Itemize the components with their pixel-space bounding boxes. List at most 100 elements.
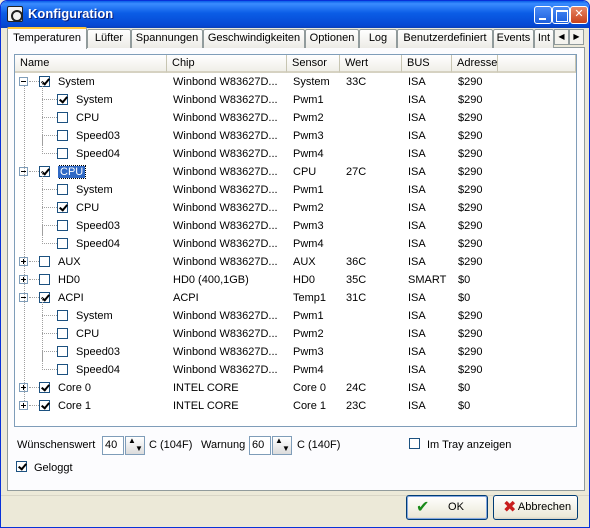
cell-chip: Winbond W83627D... (173, 220, 278, 232)
row-checkbox[interactable] (39, 292, 50, 303)
cell-wert: 36C (346, 256, 367, 268)
expand-icon[interactable] (19, 401, 28, 410)
cell-bus: ISA (408, 310, 426, 322)
cell-bus: ISA (408, 256, 426, 268)
warnung-input[interactable]: 60 (249, 436, 271, 455)
maximize-button[interactable] (552, 6, 570, 24)
row-checkbox[interactable] (39, 76, 50, 87)
table-row[interactable]: CPU Winbond W83627D... Pwm2 ISA $290 (15, 100, 576, 127)
cell-adresse: $290 (458, 94, 483, 106)
geloggt-checkbox[interactable] (16, 461, 27, 472)
cell-name: Core 1 (58, 400, 92, 412)
column-header-chip[interactable]: Chip (167, 55, 287, 73)
cell-bus: ISA (408, 292, 426, 304)
table-row[interactable]: Core 1 INTEL CORE Core 1 23C ISA $0 (15, 397, 576, 415)
tab-1[interactable]: Lüfter (87, 29, 131, 48)
tab-2[interactable]: Spannungen (131, 29, 203, 48)
table-row[interactable]: CPU Winbond W83627D... CPU 27C ISA $290 (15, 163, 576, 181)
minimize-button[interactable] (534, 6, 552, 24)
cell-name: CPU (76, 328, 100, 340)
table-row[interactable]: HD0 HD0 (400,1GB) HD0 35C SMART $0 (15, 271, 576, 289)
table-row[interactable]: ACPI ACPI Temp1 31C ISA $0 (15, 289, 576, 307)
table-row[interactable]: CPU Winbond W83627D... Pwm2 ISA $290 (15, 316, 576, 343)
table-row[interactable]: Speed04 Winbond W83627D... Pwm4 ISA $290 (15, 226, 576, 253)
cell-chip: Winbond W83627D... (173, 76, 278, 88)
table-row[interactable]: System Winbond W83627D... Pwm1 ISA $290 (15, 82, 576, 109)
tab-6[interactable]: Benutzerdefiniert (397, 29, 493, 48)
wunsch-input[interactable]: 40 (102, 436, 124, 455)
row-checkbox[interactable] (57, 202, 68, 213)
cell-adresse: $290 (458, 148, 483, 160)
table-row[interactable]: Core 0 INTEL CORE Core 0 24C ISA $0 (15, 379, 576, 397)
collapse-icon[interactable] (19, 77, 28, 86)
close-button[interactable]: ✕ (570, 6, 588, 24)
tree-line (42, 153, 57, 154)
cell-sensor: Core 1 (293, 400, 327, 412)
row-checkbox[interactable] (57, 328, 68, 339)
table-row[interactable]: System Winbond W83627D... Pwm1 ISA $290 (15, 298, 576, 325)
cell-name: HD0 (58, 274, 81, 286)
cell-sensor: HD0 (293, 274, 316, 286)
row-checkbox[interactable] (57, 184, 68, 195)
wunsch-spinner[interactable] (125, 436, 145, 455)
row-checkbox[interactable] (39, 166, 50, 177)
table-row[interactable]: CPU Winbond W83627D... Pwm2 ISA $290 (15, 190, 576, 217)
row-checkbox[interactable] (57, 112, 68, 123)
cell-chip: Winbond W83627D... (173, 346, 278, 358)
tab-7[interactable]: Events (493, 29, 534, 48)
column-header-name[interactable]: Name (15, 55, 167, 73)
table-row[interactable]: Speed04 Winbond W83627D... Pwm4 ISA $290 (15, 352, 576, 379)
cell-sensor: Core 0 (293, 382, 327, 394)
tree-line (29, 279, 39, 280)
row-checkbox[interactable] (57, 148, 68, 159)
row-checkbox[interactable] (57, 346, 68, 357)
cell-chip: Winbond W83627D... (173, 328, 278, 340)
cell-bus: ISA (408, 76, 426, 88)
row-checkbox[interactable] (57, 364, 68, 375)
column-header-wert[interactable]: Wert (340, 55, 402, 73)
tab-scroll-left-button[interactable]: ◀ (554, 29, 569, 45)
table-row[interactable]: Speed04 Winbond W83627D... Pwm4 ISA $290 (15, 136, 576, 163)
row-checkbox[interactable] (57, 130, 68, 141)
cell-adresse: $290 (458, 364, 483, 376)
row-checkbox[interactable] (39, 256, 50, 267)
title-bar[interactable]: Konfiguration ✕ (1, 1, 589, 28)
table-row[interactable]: AUX Winbond W83627D... AUX 36C ISA $290 (15, 253, 576, 271)
row-checkbox[interactable] (57, 220, 68, 231)
table-row[interactable]: Speed03 Winbond W83627D... Pwm3 ISA $290 (15, 118, 576, 145)
ok-button[interactable]: ✔ OK (406, 495, 488, 520)
table-row[interactable]: System Winbond W83627D... System 33C ISA $290 (15, 73, 576, 91)
tree-line (29, 297, 39, 298)
tab-4[interactable]: Optionen (305, 29, 359, 48)
cancel-button[interactable]: ✖ Abbrechen (493, 495, 578, 520)
row-checkbox[interactable] (39, 382, 50, 393)
window-title: Konfiguration (28, 6, 114, 21)
warnung-spinner[interactable] (272, 436, 292, 455)
table-row[interactable]: System Winbond W83627D... Pwm1 ISA $290 (15, 172, 576, 199)
tab-0[interactable]: Temperaturen (7, 27, 87, 49)
row-checkbox[interactable] (57, 238, 68, 249)
row-checkbox[interactable] (57, 94, 68, 105)
cell-bus: ISA (408, 364, 426, 376)
tab-5[interactable]: Log (359, 29, 397, 48)
row-checkbox[interactable] (39, 274, 50, 285)
table-row[interactable]: Speed03 Winbond W83627D... Pwm3 ISA $290 (15, 334, 576, 361)
column-header-bus[interactable]: BUS (402, 55, 452, 73)
tree-line (42, 243, 57, 244)
tree-line (42, 315, 57, 316)
sensor-list[interactable]: Name Chip Sensor Wert BUS Adresse System Winbo… (14, 54, 577, 427)
cell-adresse: $290 (458, 202, 483, 214)
column-header-adresse[interactable]: Adresse (452, 55, 498, 73)
cell-bus: ISA (408, 400, 426, 412)
cell-name: System (76, 310, 113, 322)
tab-8[interactable]: Int (534, 29, 554, 48)
cell-sensor: AUX (293, 256, 316, 268)
tab-3[interactable]: Geschwindigkeiten (203, 29, 305, 48)
row-checkbox[interactable] (57, 310, 68, 321)
row-checkbox[interactable] (39, 400, 50, 411)
table-row[interactable]: Speed03 Winbond W83627D... Pwm3 ISA $290 (15, 208, 576, 235)
tab-scroll-right-button[interactable]: ▶ (569, 29, 584, 45)
column-header-sensor[interactable]: Sensor (287, 55, 340, 73)
cell-sensor: CPU (293, 166, 317, 178)
tray-checkbox[interactable] (409, 438, 420, 449)
